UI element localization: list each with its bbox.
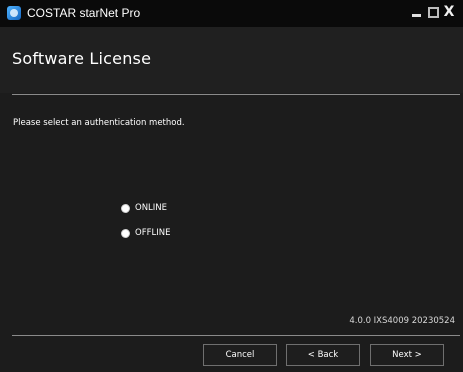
- footer-divider: [12, 335, 460, 336]
- app-logo-icon: [7, 6, 21, 20]
- radio-online-label[interactable]: ONLINE: [135, 203, 167, 213]
- header-divider: [12, 94, 460, 95]
- maximize-icon[interactable]: [425, 4, 441, 20]
- radio-offline[interactable]: OFFLINE: [121, 227, 170, 239]
- back-button[interactable]: < Back: [286, 344, 360, 366]
- radio-offline-label[interactable]: OFFLINE: [135, 228, 170, 238]
- page-title: Software License: [12, 49, 152, 68]
- radio-button-icon[interactable]: [121, 228, 130, 238]
- version-text: 4.0.0 IXS4009 20230524: [349, 316, 455, 326]
- page-header: Software License: [0, 27, 463, 93]
- auth-prompt: Please select an authentication method.: [13, 118, 185, 128]
- cancel-button[interactable]: Cancel: [203, 344, 277, 366]
- radio-button-icon[interactable]: [121, 203, 130, 213]
- next-button[interactable]: Next >: [370, 344, 444, 366]
- window-title: COSTAR starNet Pro: [27, 6, 141, 20]
- minimize-icon[interactable]: [409, 4, 425, 20]
- license-dialog: COSTAR starNet Pro X Software License Pl…: [0, 0, 463, 372]
- radio-online[interactable]: ONLINE: [121, 202, 167, 214]
- title-bar[interactable]: COSTAR starNet Pro X: [0, 0, 463, 27]
- close-icon[interactable]: X: [441, 4, 457, 20]
